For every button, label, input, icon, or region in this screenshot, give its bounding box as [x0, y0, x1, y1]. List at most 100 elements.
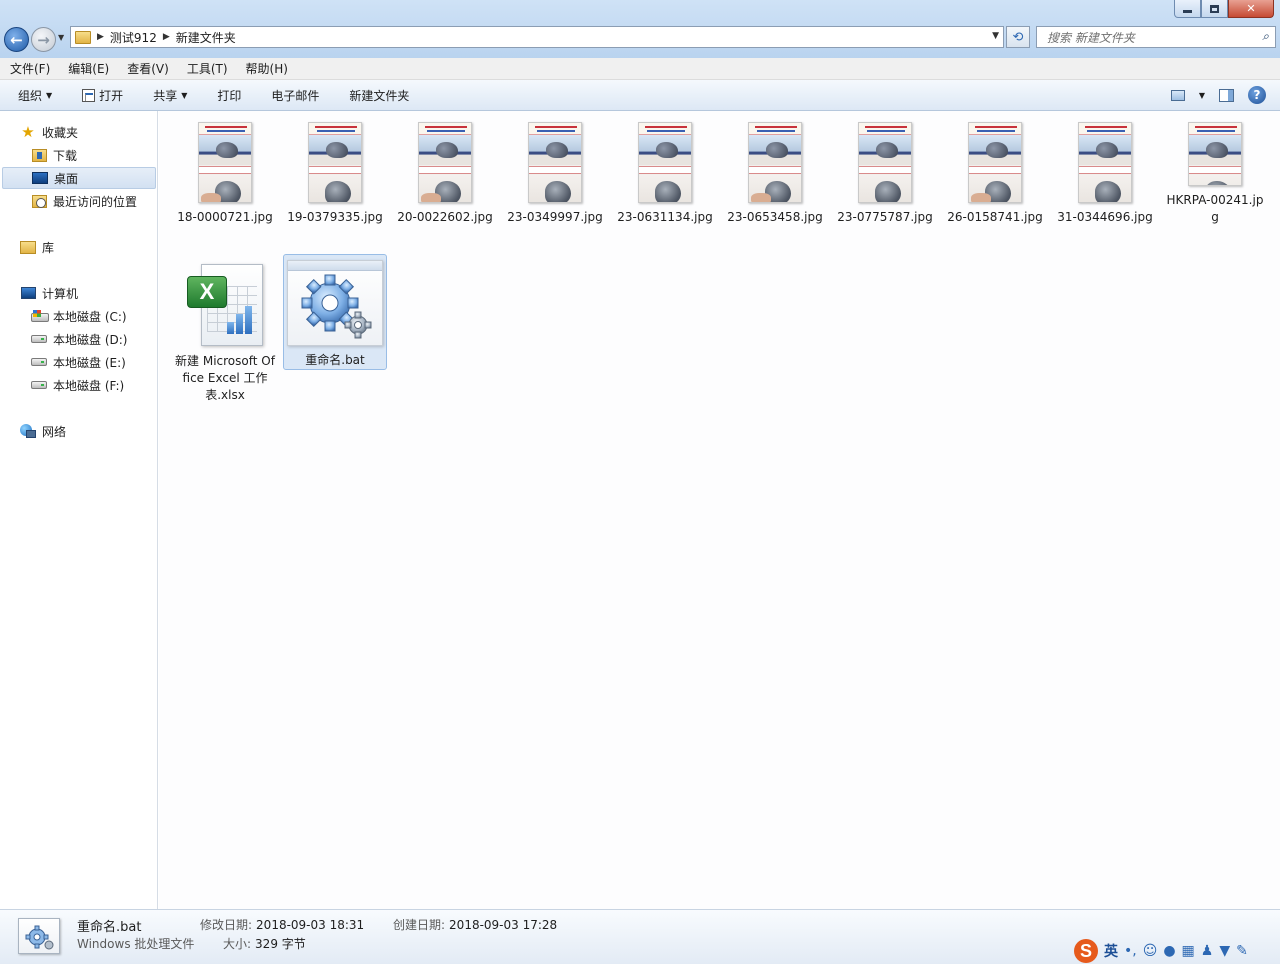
details-created: 创建日期: 2018-09-03 17:28 [393, 916, 557, 933]
email-button[interactable]: 电子邮件 [271, 87, 319, 104]
breadcrumb-item[interactable]: 新建文件夹 [176, 29, 236, 46]
search-input[interactable]: 搜索 新建文件夹 ⌕ [1036, 26, 1276, 48]
chevron-down-icon[interactable]: ▼ [1199, 91, 1205, 100]
menu-view[interactable]: 查看(V) [127, 60, 169, 77]
details-size-label: 大小: [223, 937, 252, 951]
nav-recent-places[interactable]: 最近访问的位置 [2, 190, 156, 212]
file-item[interactable]: 19-0379335.jpg [283, 111, 387, 227]
keyboard-icon[interactable]: ▦ [1182, 943, 1195, 959]
preview-pane-icon[interactable] [1219, 88, 1234, 102]
image-thumbnail [1188, 122, 1242, 186]
file-name: 23-0775787.jpg [837, 210, 933, 224]
details-modified: 修改日期: 2018-09-03 18:31 [200, 916, 364, 933]
image-thumbnail [968, 122, 1022, 203]
excel-file-icon: X [185, 264, 265, 347]
ime-mode-toggle[interactable]: 英 [1104, 941, 1118, 961]
nav-favorites[interactable]: ★ 收藏夹 [2, 121, 156, 143]
minimize-button[interactable] [1174, 0, 1201, 18]
nav-label: 本地磁盘 (E:) [53, 355, 126, 370]
menu-file[interactable]: 文件(F) [10, 60, 50, 77]
address-dropdown-icon[interactable]: ▼ [992, 31, 999, 41]
nav-desktop[interactable]: 桌面 [2, 167, 156, 189]
nav-drive-f[interactable]: 本地磁盘 (F:) [2, 374, 156, 396]
hard-drive-icon [31, 381, 47, 389]
share-button[interactable]: 共享 ▼ [153, 87, 187, 104]
back-arrow-icon: ← [10, 30, 23, 49]
downloads-folder-icon [31, 148, 47, 162]
recent-pages-dropdown[interactable]: ▼ [58, 33, 64, 42]
breadcrumb-separator-icon[interactable]: ▶ [97, 32, 104, 42]
details-file-name: 重命名.bat [77, 920, 142, 935]
skin-icon[interactable]: ▼ [1219, 943, 1230, 959]
address-bar[interactable]: ▶ 测试912 ▶ 新建文件夹 ▼ [70, 26, 1004, 48]
file-list: 18-0000721.jpg 19-0379335.jpg 20-0022602… [159, 111, 1280, 909]
file-name: 23-0631134.jpg [617, 210, 713, 224]
nav-network[interactable]: 网络 [2, 420, 156, 442]
email-label: 电子邮件 [271, 88, 320, 103]
change-view-icon[interactable] [1170, 89, 1185, 101]
file-item[interactable]: HKRPA-00241.jpg [1163, 111, 1267, 227]
punctuation-icon[interactable]: •, [1124, 943, 1137, 959]
details-size-value: 329 字节 [255, 937, 306, 951]
nav-label: 本地磁盘 (D:) [53, 332, 128, 347]
new-folder-button[interactable]: 新建文件夹 [349, 87, 409, 104]
menu-tools[interactable]: 工具(T) [187, 60, 228, 77]
nav-drive-e[interactable]: 本地磁盘 (E:) [2, 351, 156, 373]
nav-computer[interactable]: 计算机 [2, 282, 156, 304]
print-button[interactable]: 打印 [217, 87, 241, 104]
print-label: 打印 [217, 88, 242, 103]
details-modified-label: 修改日期: [200, 918, 253, 932]
nav-drive-d[interactable]: 本地磁盘 (D:) [2, 328, 156, 350]
file-name: 19-0379335.jpg [287, 210, 383, 224]
file-item[interactable]: 23-0631134.jpg [613, 111, 717, 227]
refresh-icon: ⟲ [1012, 29, 1024, 45]
breadcrumb-item[interactable]: 测试912 [110, 29, 157, 46]
search-icon[interactable]: ⌕ [1262, 29, 1269, 44]
close-button[interactable]: ✕ [1228, 0, 1274, 18]
view-controls: ▼ ? [1170, 86, 1266, 104]
forward-button[interactable]: → [31, 27, 56, 52]
refresh-button[interactable]: ⟲ [1006, 26, 1030, 48]
image-thumbnail [198, 122, 252, 203]
tools-icon[interactable]: ✎ [1236, 943, 1248, 959]
file-item[interactable]: 18-0000721.jpg [173, 111, 277, 227]
file-name: 重命名.bat [305, 353, 365, 367]
image-thumbnail [638, 122, 692, 203]
chevron-down-icon: ▼ [46, 90, 53, 100]
file-item[interactable]: 20-0022602.jpg [393, 111, 497, 227]
nav-downloads[interactable]: 下载 [2, 144, 156, 166]
file-name: 31-0344696.jpg [1057, 210, 1153, 224]
file-name: HKRPA-00241.jpg [1166, 193, 1264, 224]
organize-button[interactable]: 组织 ▼ [18, 87, 52, 104]
menu-edit[interactable]: 编辑(E) [68, 60, 109, 77]
file-item-selected[interactable]: 重命名.bat [283, 254, 387, 370]
nav-label: 库 [42, 240, 55, 255]
file-name: 新建 Microsoft Office Excel 工作表.xlsx [175, 354, 275, 402]
emoji-icon[interactable]: ☺ [1143, 943, 1158, 959]
file-item[interactable]: 26-0158741.jpg [943, 111, 1047, 227]
navigation-pane: ★ 收藏夹 下载 桌面 最近访问的位置 库 计算机 本地磁盘 (C:) 本地磁盘… [0, 111, 158, 909]
file-item[interactable]: 23-0349997.jpg [503, 111, 607, 227]
help-icon[interactable]: ? [1248, 86, 1266, 104]
file-item[interactable]: X 新建 Microsoft Office Excel 工作表.xlsx [173, 255, 277, 405]
image-thumbnail [858, 122, 912, 203]
menu-bar: 文件(F) 编辑(E) 查看(V) 工具(T) 帮助(H) [0, 58, 1280, 80]
file-item[interactable]: 31-0344696.jpg [1053, 111, 1157, 227]
details-size: 大小: 329 字节 [223, 935, 306, 952]
details-created-label: 创建日期: [393, 918, 446, 932]
hard-drive-icon [31, 358, 47, 366]
microphone-icon[interactable]: ● [1163, 943, 1175, 959]
nav-drive-c[interactable]: 本地磁盘 (C:) [2, 305, 156, 327]
breadcrumb-separator-icon[interactable]: ▶ [163, 32, 170, 42]
user-icon[interactable]: ♟ [1201, 943, 1214, 959]
maximize-button[interactable] [1201, 0, 1228, 18]
open-button[interactable]: 打开 [82, 87, 123, 104]
nav-libraries[interactable]: 库 [2, 236, 156, 258]
back-button[interactable]: ← [4, 27, 29, 52]
sogou-logo-icon[interactable]: S [1074, 939, 1098, 963]
file-name: 23-0653458.jpg [727, 210, 823, 224]
organize-label: 组织 [18, 88, 43, 103]
file-item[interactable]: 23-0653458.jpg [723, 111, 827, 227]
file-item[interactable]: 23-0775787.jpg [833, 111, 937, 227]
menu-help[interactable]: 帮助(H) [246, 60, 288, 77]
